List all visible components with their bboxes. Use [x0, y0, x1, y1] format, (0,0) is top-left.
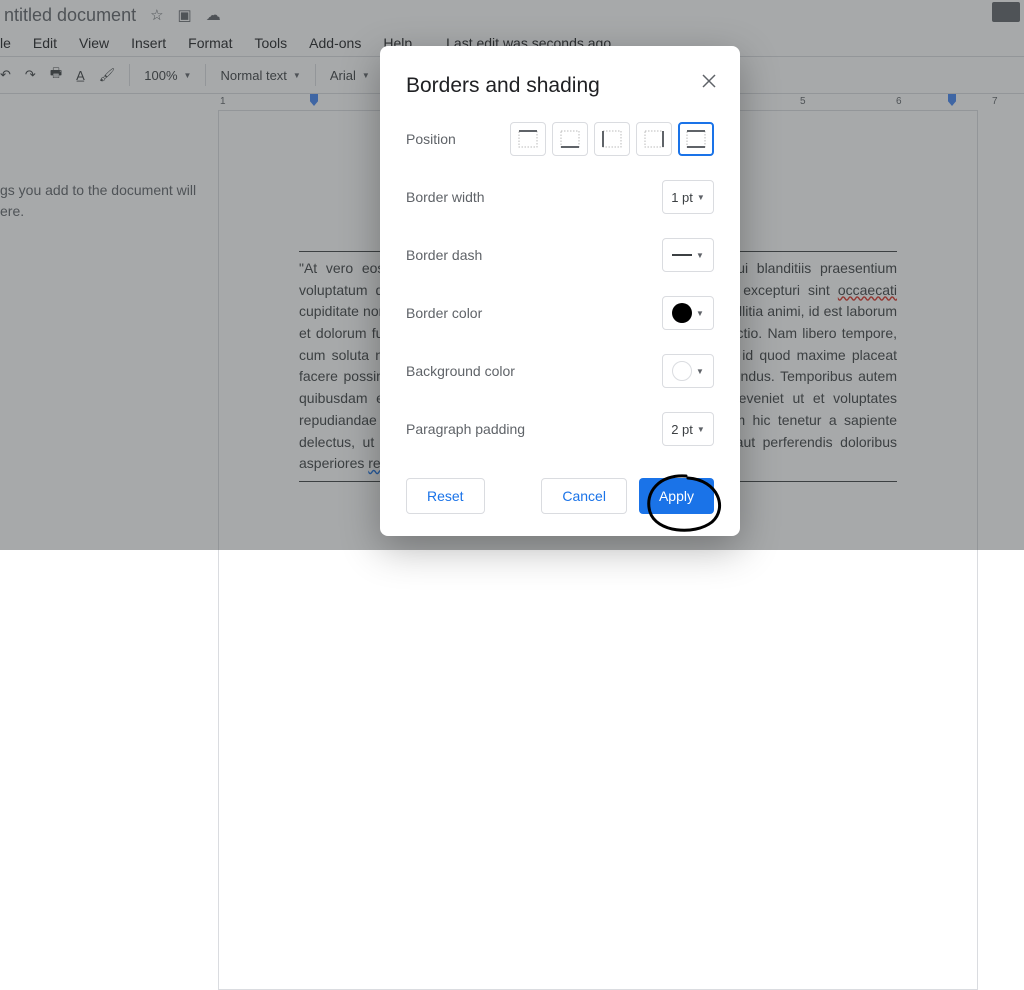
chevron-down-icon: ▼	[697, 425, 705, 434]
border-width-dropdown[interactable]: 1 pt ▼	[662, 180, 714, 214]
color-swatch-icon	[672, 361, 692, 381]
dash-label: Border dash	[406, 247, 482, 263]
chevron-down-icon: ▼	[696, 367, 704, 376]
border-color-dropdown[interactable]: ▼	[662, 296, 714, 330]
border-dash-dropdown[interactable]: ▼	[662, 238, 714, 272]
width-value: 1 pt	[671, 190, 693, 205]
padding-value: 2 pt	[671, 422, 693, 437]
border-top-icon	[518, 130, 538, 148]
background-color-dropdown[interactable]: ▼	[662, 354, 714, 388]
apply-button[interactable]: Apply	[639, 478, 714, 514]
position-group	[510, 122, 714, 156]
color-swatch-icon	[672, 303, 692, 323]
close-icon	[702, 74, 716, 88]
chevron-down-icon: ▼	[697, 193, 705, 202]
position-right-button[interactable]	[636, 122, 672, 156]
color-label: Border color	[406, 305, 482, 321]
cancel-label: Cancel	[562, 488, 606, 504]
position-left-button[interactable]	[594, 122, 630, 156]
position-bottom-button[interactable]	[552, 122, 588, 156]
bg-label: Background color	[406, 363, 515, 379]
border-bottom-icon	[560, 130, 580, 148]
close-button[interactable]	[698, 70, 720, 97]
reset-button[interactable]: Reset	[406, 478, 485, 514]
padding-label: Paragraph padding	[406, 421, 525, 437]
position-between-button[interactable]	[678, 122, 714, 156]
paragraph-padding-dropdown[interactable]: 2 pt ▼	[662, 412, 714, 446]
border-left-icon	[602, 130, 622, 148]
position-top-button[interactable]	[510, 122, 546, 156]
width-label: Border width	[406, 189, 485, 205]
border-right-icon	[644, 130, 664, 148]
dialog-title: Borders and shading	[406, 74, 714, 98]
chevron-down-icon: ▼	[696, 251, 704, 260]
apply-label: Apply	[659, 488, 694, 504]
position-label: Position	[406, 131, 456, 147]
chevron-down-icon: ▼	[696, 309, 704, 318]
border-between-icon	[686, 130, 706, 148]
borders-shading-dialog: Borders and shading Position Border widt…	[380, 46, 740, 536]
reset-label: Reset	[427, 488, 464, 504]
solid-line-icon	[672, 253, 692, 257]
cancel-button[interactable]: Cancel	[541, 478, 627, 514]
